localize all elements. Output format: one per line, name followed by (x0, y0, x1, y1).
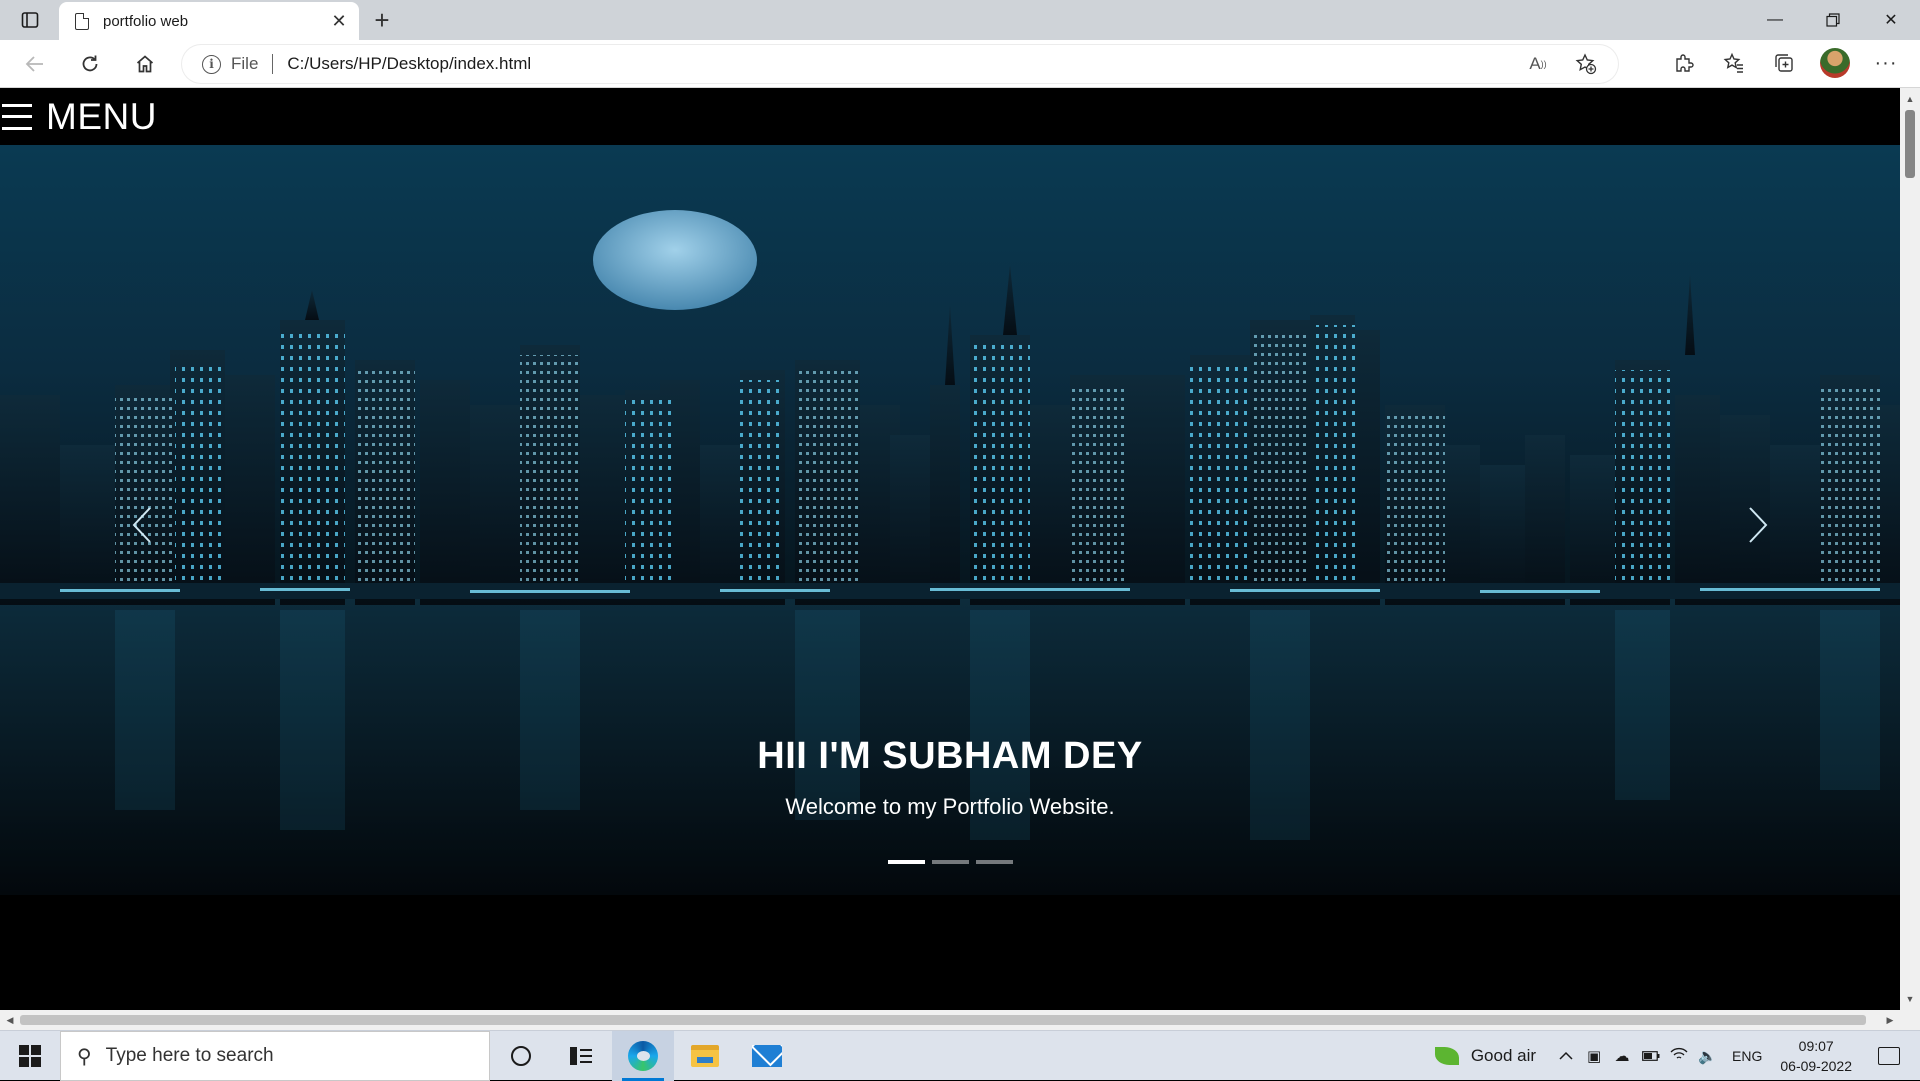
cortana-icon (511, 1046, 531, 1066)
horizontal-scrollbar[interactable]: ◀ ▶ (0, 1010, 1900, 1030)
browser-toolbar: i File C:/Users/HP/Desktop/index.html A)… (0, 40, 1920, 88)
chevron-up-icon[interactable] (1558, 1048, 1574, 1065)
close-tab-icon[interactable]: ✕ (327, 9, 351, 33)
favorites-icon[interactable] (1720, 49, 1748, 77)
vertical-scroll-thumb[interactable] (1905, 110, 1915, 178)
search-placeholder: Type here to search (105, 1045, 274, 1066)
carousel-next-button[interactable] (1738, 500, 1778, 550)
file-explorer-icon (691, 1045, 719, 1067)
menu-label[interactable]: MENU (46, 96, 157, 138)
taskbar-search-box[interactable]: ⚲ Type here to search (60, 1031, 490, 1081)
taskbar-app-edge[interactable] (612, 1031, 674, 1081)
horizontal-scroll-thumb[interactable] (20, 1015, 1866, 1025)
site-menu-bar: MENU (0, 88, 1900, 145)
carousel-caption: HII I'M SUBHAM DEY Welcome to my Portfol… (0, 735, 1900, 820)
document-icon (75, 12, 89, 30)
search-icon: ⚲ (77, 1045, 92, 1068)
extensions-icon[interactable] (1670, 49, 1698, 77)
browser-titlebar: portfolio web ✕ + — ✕ (0, 0, 1920, 40)
onedrive-icon[interactable]: ☁ (1614, 1047, 1630, 1065)
task-view-button[interactable] (550, 1031, 612, 1081)
carousel-prev-button[interactable] (122, 500, 162, 550)
home-button[interactable] (130, 50, 160, 78)
add-favorite-icon[interactable] (1572, 50, 1600, 78)
scroll-down-icon[interactable]: ▼ (1900, 990, 1920, 1008)
hero-title: HII I'M SUBHAM DEY (757, 735, 1143, 777)
scrollbar-corner (1900, 1010, 1920, 1030)
taskbar-app-mail[interactable] (736, 1031, 798, 1081)
browser-tab-active[interactable]: portfolio web ✕ (59, 2, 359, 40)
read-aloud-icon[interactable]: A)) (1524, 50, 1552, 78)
hamburger-menu-icon[interactable] (2, 103, 32, 130)
hero-carousel: HII I'M SUBHAM DEY Welcome to my Portfol… (0, 145, 1900, 895)
wifi-icon[interactable] (1670, 1047, 1688, 1065)
hero-subtitle: Welcome to my Portfolio Website. (785, 794, 1115, 819)
cortana-button[interactable] (490, 1031, 552, 1081)
scroll-right-icon[interactable]: ▶ (1882, 1010, 1898, 1030)
carousel-indicators (0, 860, 1900, 864)
address-bar[interactable]: i File C:/Users/HP/Desktop/index.html A)… (182, 45, 1618, 83)
minimize-button[interactable]: — (1746, 0, 1804, 40)
refresh-button[interactable] (75, 50, 105, 78)
scroll-left-icon[interactable]: ◀ (2, 1010, 18, 1030)
taskbar-app-file-explorer[interactable] (674, 1031, 736, 1081)
clock-date: 06-09-2022 (1780, 1058, 1852, 1074)
tab-title: portfolio web (103, 12, 189, 30)
clock[interactable]: 09:07 06-09-2022 (1780, 1036, 1852, 1076)
close-window-button[interactable]: ✕ (1862, 0, 1920, 40)
carousel-indicator-2[interactable] (931, 860, 969, 864)
tab-actions-icon[interactable] (14, 8, 46, 32)
carousel-indicator-3[interactable] (975, 860, 1013, 864)
volume-icon[interactable]: 🔈 (1698, 1047, 1717, 1065)
scroll-up-icon[interactable]: ▲ (1900, 90, 1920, 108)
clock-time: 09:07 (1798, 1038, 1834, 1054)
weather-leaf-icon[interactable] (1434, 1047, 1459, 1065)
collections-icon[interactable] (1770, 49, 1798, 77)
window-controls: — ✕ (1746, 0, 1920, 40)
system-tray: Good air ▣ ☁ 🔈 ENG 09:07 06-09-2022 (1434, 1031, 1920, 1081)
info-icon[interactable]: i (202, 54, 221, 74)
air-quality-label[interactable]: Good air (1471, 1046, 1536, 1066)
address-scheme: File (231, 54, 259, 73)
restore-button[interactable] (1804, 0, 1862, 40)
battery-icon[interactable] (1642, 1048, 1660, 1065)
more-options-icon[interactable]: ··· (1872, 49, 1900, 77)
notifications-icon[interactable] (1878, 1047, 1900, 1065)
page-viewport: MENU HII I'M SUBHAM DEY Welcome to my Po… (0, 88, 1900, 1010)
edge-icon (628, 1041, 658, 1071)
profile-avatar[interactable] (1820, 48, 1850, 78)
carousel-indicator-1[interactable] (887, 860, 925, 864)
vertical-scrollbar[interactable]: ▲ ▼ (1900, 88, 1920, 1010)
back-button[interactable] (20, 50, 50, 78)
meet-now-icon[interactable]: ▣ (1586, 1047, 1602, 1065)
start-button[interactable] (0, 1031, 60, 1081)
language-indicator[interactable]: ENG (1732, 1048, 1762, 1064)
address-url[interactable]: C:/Users/HP/Desktop/index.html (287, 54, 1524, 74)
mail-icon (752, 1045, 782, 1067)
windows-taskbar: ⚲ Type here to search Good air ▣ ☁ 🔈 ENG… (0, 1030, 1920, 1081)
task-view-icon (570, 1047, 592, 1065)
windows-logo-icon (19, 1045, 41, 1067)
new-tab-button[interactable]: + (368, 5, 396, 35)
address-separator (272, 54, 274, 74)
